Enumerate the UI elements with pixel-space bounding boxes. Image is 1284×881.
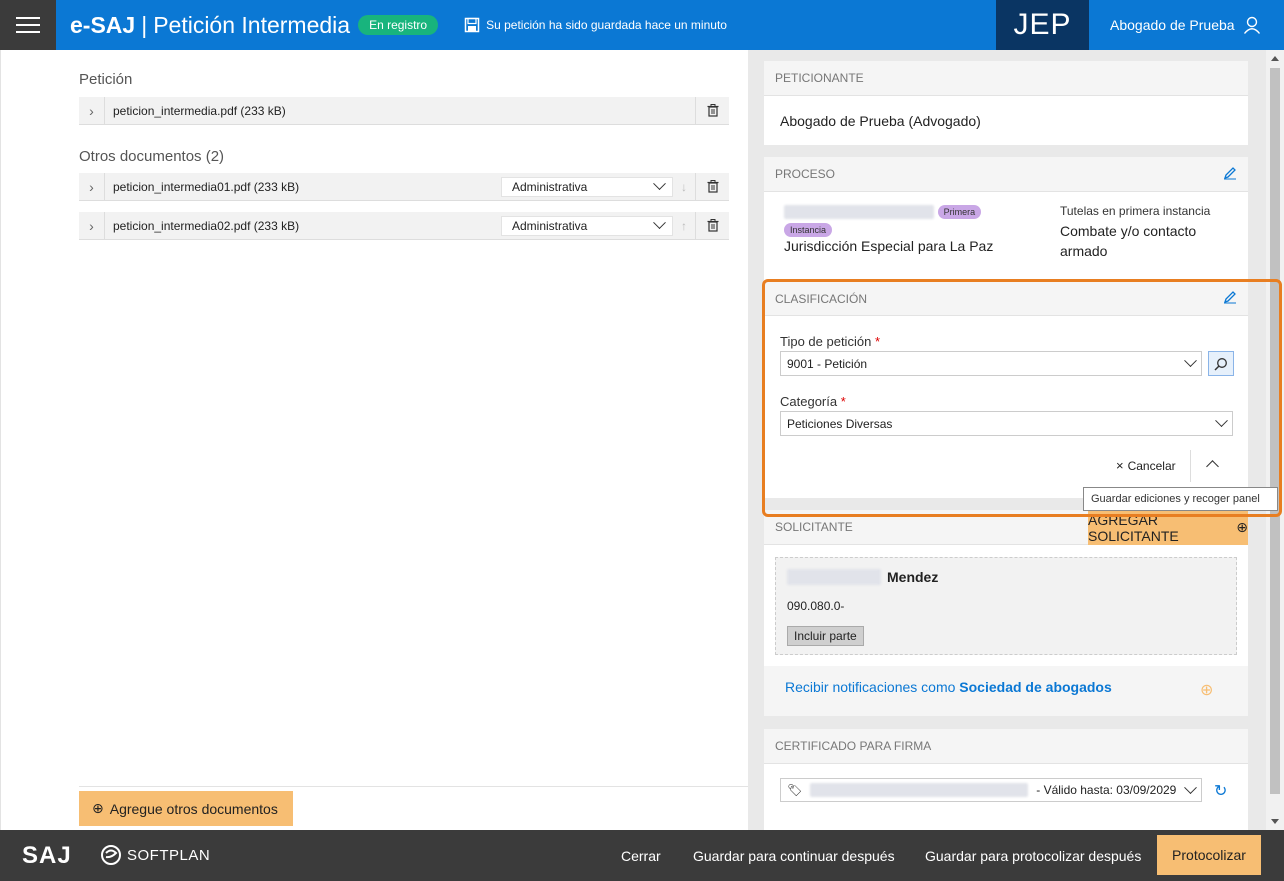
redacted-text [787,569,881,585]
softplan-logo: SOFTPLAN [100,844,210,866]
file-name: peticion_intermedia01.pdf (233 kB) [113,179,300,194]
move-up-icon[interactable]: ↑ [673,219,695,233]
add-documents-label: Agregue otros documentos [109,800,278,817]
guardar-protocolizar-button[interactable]: Guardar para protocolizar después [925,830,1141,881]
delete-icon[interactable] [695,211,729,240]
certificate-select[interactable]: 🏷 - Válido hasta: 03/09/2029 [780,778,1202,802]
party-card: Mendez 090.080.0- Incluir parte [775,557,1237,655]
instance-pill: Primera [937,205,982,219]
user-icon [1243,16,1260,34]
scroll-down-icon[interactable] [1271,819,1279,824]
instance-pill: Instancia [784,223,833,237]
institution-logo: JEP [996,0,1089,50]
save-status: Su petición ha sido guardada hace un min… [464,17,727,33]
divider [79,786,749,787]
notifications-prefix: Recibir notificaciones como [785,679,960,695]
delete-icon[interactable] [695,172,729,201]
tooltip: Guardar ediciones y recoger panel [1083,487,1278,511]
jurisdiction: Jurisdicción Especial para La Paz [784,238,994,254]
delete-icon[interactable] [695,96,729,125]
tag-icon: 🏷 [787,783,803,797]
solicitante-card: SOLICITANTE Agregar solicitante ⊕ Mendez… [764,510,1248,716]
document-type-select[interactable]: Administrativa [501,176,673,197]
chevron-down-icon [653,216,666,230]
refresh-icon[interactable]: ↻ [1214,781,1227,801]
edit-pencil-icon[interactable] [1223,166,1237,183]
highlight-frame [762,279,1282,517]
status-badge: En registro [358,15,439,35]
peticion-section-title: Petición [79,71,133,88]
peticionante-card: PETICIONANTE Abogado de Prueba (Advogado… [764,61,1248,145]
document-type-value: Administrativa [512,218,588,233]
incluir-parte-button[interactable]: Incluir parte [787,626,864,646]
process-subject-line: armado [1060,243,1108,259]
cerrar-button[interactable]: Cerrar [621,830,661,881]
softplan-text: SOFTPLAN [127,846,211,864]
user-menu[interactable]: Abogado de Prueba [1089,0,1284,50]
card-title: SOLICITANTE [775,520,853,534]
chevron-down-icon [653,177,666,191]
process-subject: Combate y/o contacto armado [1060,221,1196,261]
peticionante-name: Abogado de Prueba (Advogado) [780,113,981,129]
documents-panel: Petición › peticion_intermedia.pdf (233 … [0,50,749,830]
party-surname: Mendez [887,569,939,585]
process-number: Primera [784,203,982,219]
save-status-text: Su petición ha sido guardada hace un min… [486,18,727,32]
plus-circle-icon: ⊕ [92,800,104,816]
save-icon [464,17,480,33]
add-documents-button[interactable]: ⊕ Agregue otros documentos [79,791,293,826]
expand-chevron-icon[interactable]: › [79,96,105,125]
plus-circle-icon: ⊕ [1236,519,1248,535]
user-name: Abogado de Prueba [1110,17,1235,33]
expand-chevron-icon[interactable]: › [79,211,105,240]
party-document: 090.080.0- [787,599,845,613]
saj-logo: SAJ [22,842,72,869]
softplan-icon [101,845,121,865]
otros-file-row: › peticion_intermedia02.pdf (233 kB) Adm… [79,211,729,240]
redacted-text [810,783,1029,797]
card-header: CERTIFICADO PARA FIRMA [764,729,1248,764]
expand-chevron-icon[interactable]: › [79,172,105,201]
menu-icon[interactable] [0,0,56,50]
move-down-icon[interactable]: ↓ [673,180,695,194]
card-header: PROCESO [764,157,1248,192]
protocolizar-button[interactable]: Protocolizar [1157,835,1261,875]
brand-name: e-SAJ [70,11,136,38]
page-title: Petición Intermedia [153,11,351,38]
file-name: peticion_intermedia.pdf (233 kB) [113,103,286,118]
file-name: peticion_intermedia02.pdf (233 kB) [113,218,300,233]
guardar-continuar-button[interactable]: Guardar para continuar después [693,830,895,881]
card-header: PETICIONANTE [764,61,1248,96]
otros-file-row: › peticion_intermedia01.pdf (233 kB) Adm… [79,172,729,201]
card-title: CERTIFICADO PARA FIRMA [775,739,932,753]
footer-bar: SAJ SOFTPLAN Cerrar Guardar para continu… [0,830,1284,881]
plus-circle-icon[interactable]: ⊕ [1200,680,1213,700]
redacted-text [784,204,934,219]
app-title: e-SAJ | Petición Intermedia [70,12,350,39]
notifications-row: Recibir notificaciones como Sociedad de … [764,666,1248,716]
scroll-up-icon[interactable] [1271,56,1279,61]
certificate-validity: - Válido hasta: 03/09/2029 [1036,783,1177,797]
notifications-bold: Sociedad de abogados [959,679,1112,695]
otros-section-title: Otros documentos (2) [79,148,225,165]
document-type-select[interactable]: Administrativa [501,215,673,236]
card-title: PETICIONANTE [775,71,864,85]
card-title: PROCESO [775,167,836,181]
title-separator: | [141,11,148,38]
peticion-file-row: › peticion_intermedia.pdf (233 kB) [79,96,729,125]
certificado-card: CERTIFICADO PARA FIRMA 🏷 - Válido hasta:… [764,729,1248,830]
document-type-value: Administrativa [512,179,588,194]
process-class: Tutelas en primera instancia [1060,204,1211,218]
chevron-down-icon [1184,780,1197,794]
process-subject-line: Combate y/o contacto [1060,223,1197,239]
notifications-link[interactable]: Recibir notificaciones como Sociedad de … [785,679,1112,695]
